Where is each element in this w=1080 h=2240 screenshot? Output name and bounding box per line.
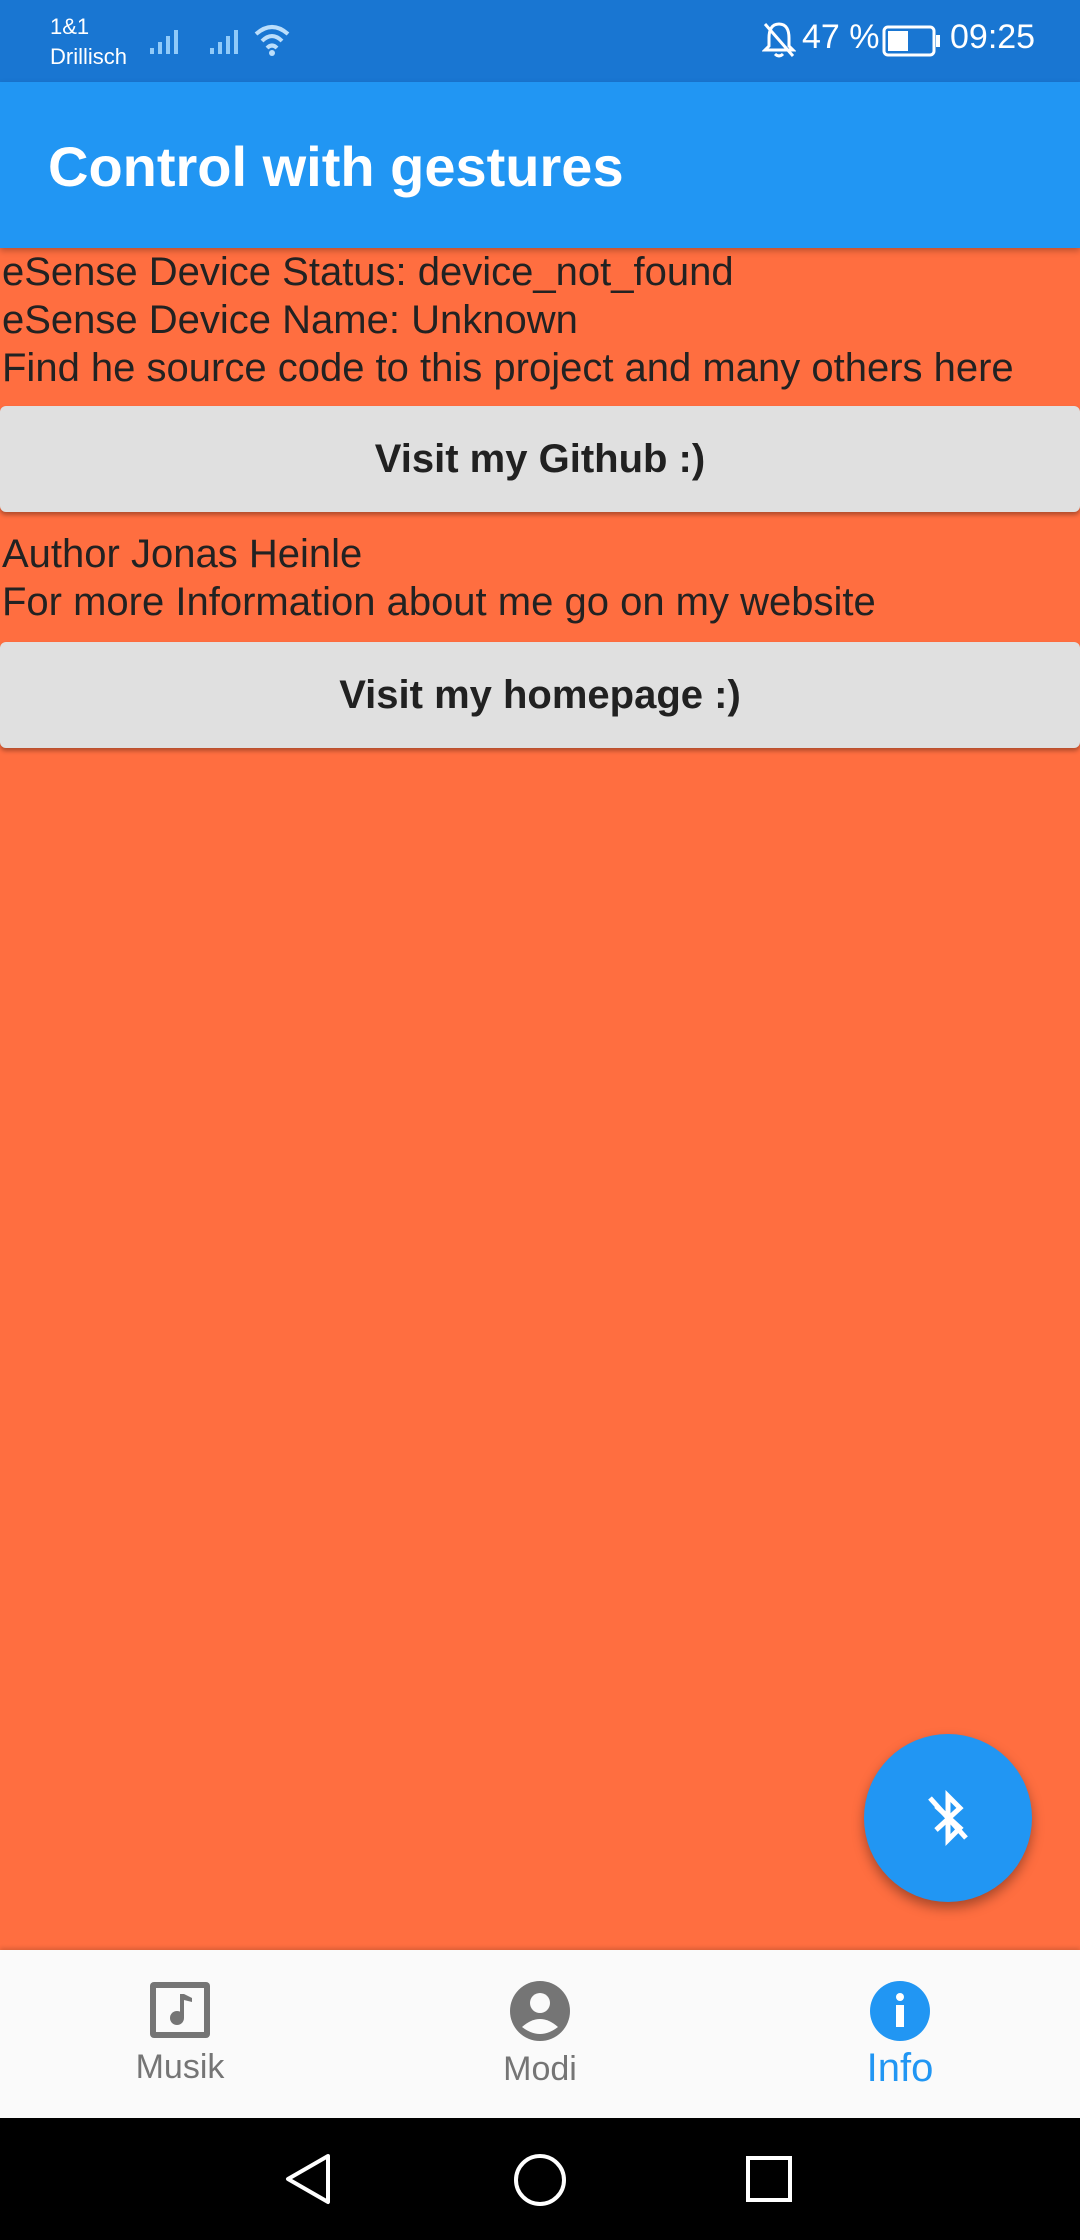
status-bar: 1&1 Drillisch 47 % 09:25	[0, 0, 1080, 82]
signal-icon	[150, 30, 178, 54]
bluetooth-fab[interactable]	[864, 1734, 1032, 1902]
carrier-label: 1&1 Drillisch	[50, 12, 127, 72]
carrier-line-1: 1&1	[50, 14, 90, 39]
carrier-line-2: Drillisch	[50, 44, 127, 69]
bottom-navigation: Musik Modi Info	[0, 1950, 1080, 2118]
nav-label-modi: Modi	[503, 2050, 577, 2088]
system-navigation-bar	[0, 2118, 1080, 2240]
bell-off-icon	[762, 22, 796, 58]
account-circle-icon	[510, 1981, 570, 2041]
back-icon[interactable]	[282, 2152, 334, 2206]
home-icon[interactable]	[512, 2152, 568, 2208]
github-button[interactable]: Visit my Github :)	[0, 406, 1080, 512]
wifi-icon	[254, 25, 290, 56]
app-bar: Control with gestures	[0, 82, 1080, 248]
nav-item-modi[interactable]: Modi	[360, 1950, 720, 2118]
battery-percent: 47 %	[802, 18, 880, 56]
nav-item-info[interactable]: Info	[720, 1950, 1080, 2118]
bluetooth-disabled-icon	[928, 1789, 968, 1847]
music-note-icon	[150, 1982, 210, 2038]
nav-item-musik[interactable]: Musik	[0, 1950, 360, 2118]
nav-label-musik: Musik	[135, 2048, 225, 2086]
signal-icon	[210, 30, 238, 54]
source-code-text: Find he source code to this project and …	[2, 346, 1014, 390]
nav-label-info: Info	[866, 2046, 934, 2090]
battery-icon	[882, 25, 940, 57]
author-text: Author Jonas Heinle	[2, 532, 363, 576]
info-icon	[870, 1981, 930, 2041]
screen: 1&1 Drillisch 47 % 09:25 Control with ge…	[0, 0, 1080, 2240]
device-status-text: eSense Device Status: device_not_found	[2, 250, 734, 294]
recent-apps-icon[interactable]	[744, 2154, 794, 2204]
homepage-button[interactable]: Visit my homepage :)	[0, 642, 1080, 748]
clock: 09:25	[950, 18, 1036, 56]
page-title: Control with gestures	[48, 135, 624, 198]
device-name-text: eSense Device Name: Unknown	[2, 298, 578, 342]
website-info-text: For more Information about me go on my w…	[2, 580, 876, 624]
info-content: eSense Device Status: device_not_found e…	[0, 248, 1080, 748]
